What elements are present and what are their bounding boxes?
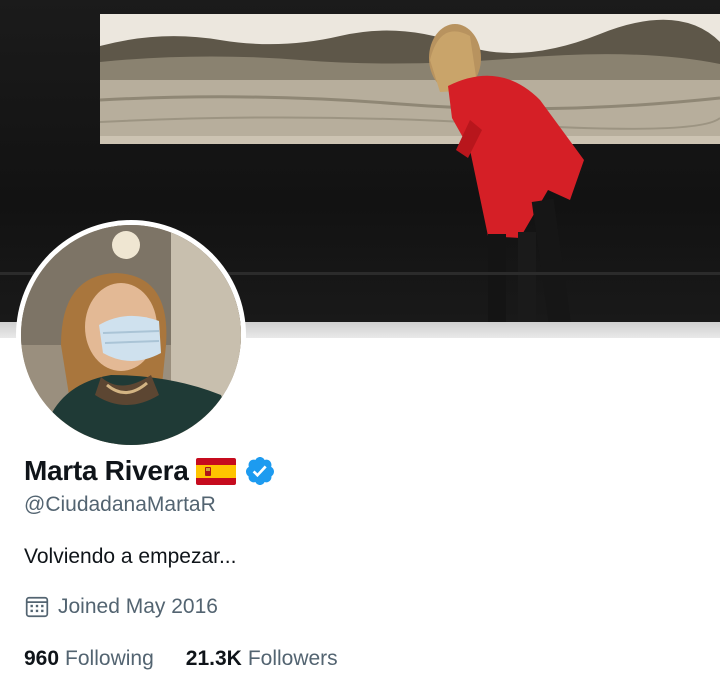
- following-label: Following: [65, 647, 154, 670]
- profile-name-row: Marta Rivera: [24, 451, 276, 491]
- profile-stats: 960 Following 21.3K Followers: [24, 647, 338, 671]
- following-count: 960: [24, 647, 60, 670]
- following-link[interactable]: 960 Following: [24, 647, 154, 671]
- calendar-icon: [25, 596, 49, 618]
- profile-display-name: Marta Rivera: [24, 455, 189, 486]
- followers-count: 21.3K: [185, 647, 242, 670]
- profile-bio: Volviendo a empezar...: [24, 545, 237, 568]
- verified-badge-icon[interactable]: [244, 455, 276, 487]
- profile-handle: @CiudadanaMartaR: [24, 493, 216, 516]
- spain-flag-icon: [196, 457, 237, 485]
- followers-link[interactable]: 21.3K Followers: [186, 647, 338, 671]
- followers-label: Followers: [247, 647, 338, 670]
- profile-joined-date: Joined May 2016: [24, 594, 218, 620]
- avatar-photo: [21, 225, 241, 445]
- joined-date-text: Joined May 2016: [58, 595, 218, 618]
- profile-avatar[interactable]: [16, 220, 246, 450]
